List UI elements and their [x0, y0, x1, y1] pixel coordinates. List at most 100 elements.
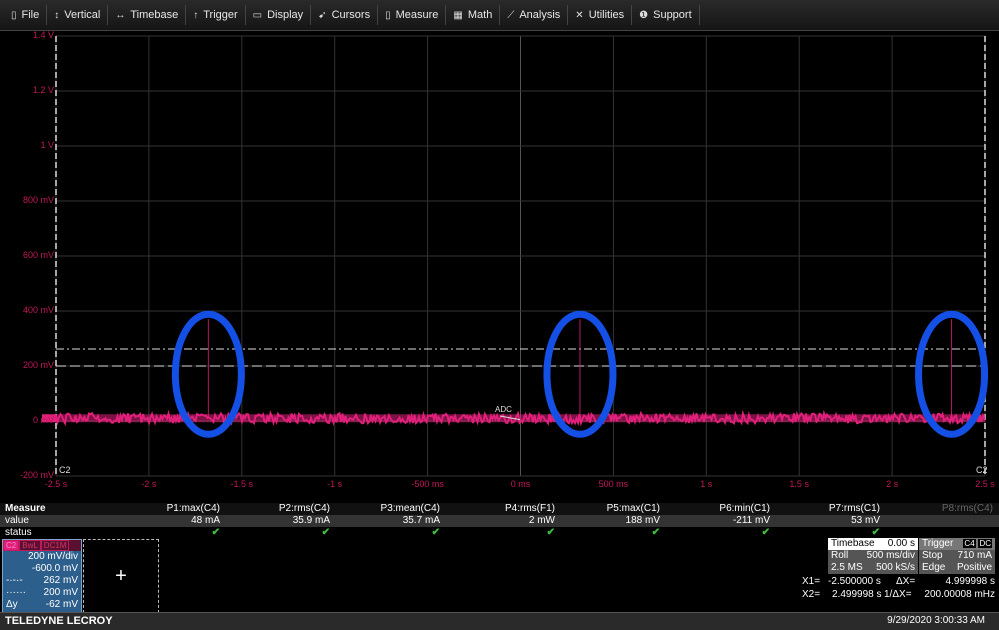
timebase-descriptor[interactable]: Timebase 0.00 s Roll 500 ms/div 2.5 MS 500 …	[828, 538, 918, 574]
channel-setting-row: -600.0 mV	[3, 563, 81, 575]
menu-label: Cursors	[332, 9, 371, 21]
plus-icon: +	[115, 565, 127, 588]
waveform-display[interactable]	[0, 31, 999, 501]
measure-param-value: 188 mV	[550, 515, 660, 526]
timebase-delay: 0.00 s	[888, 538, 915, 550]
x-tick-label: 0 ms	[511, 479, 531, 489]
y-tick-label: 1.2 V	[33, 85, 54, 95]
row-value: 200 mV/div	[28, 551, 78, 563]
datetime: 9/29/2020 3:00:33 AM	[887, 615, 985, 626]
trigger-mode: Stop	[922, 550, 943, 562]
trigger-icon: ↑	[193, 10, 198, 21]
measure-param-value: -211 mV	[660, 515, 770, 526]
menu-utilities[interactable]: ✕ Utilities	[568, 5, 632, 25]
menu-vertical[interactable]: ↕ Vertical	[47, 5, 108, 25]
menu-measure[interactable]: ▯ Measure	[378, 5, 446, 25]
menu-trigger[interactable]: ↑ Trigger	[186, 5, 245, 25]
timebase-scale: 500 ms/div	[867, 550, 915, 562]
measure-param-name[interactable]: P3:mean(C4)	[330, 503, 440, 514]
measure-param-name[interactable]: P7:rms(C1)	[770, 503, 880, 514]
display-icon: ▭	[253, 10, 262, 21]
coupling-tag: DC1M	[41, 540, 70, 551]
channel-label: C2	[59, 465, 71, 475]
x-tick-label: 2 s	[886, 479, 898, 489]
info-icon: ❶	[639, 10, 648, 21]
trigger-slope: Positive	[957, 562, 992, 574]
menu-bar: ▯ File ↕ Vertical ↔ Timebase ↑ Trigger ▭ Display ➹…	[0, 0, 999, 31]
channel-label: C2	[976, 465, 988, 475]
x2-value: 2.499998 s	[832, 589, 882, 600]
x-tick-label: -2.5 s	[45, 479, 68, 489]
x1-value: -2.500000 s	[828, 576, 881, 587]
trigger-source-tag: C4	[963, 539, 975, 548]
measure-param-name[interactable]: P4:rms(F1)	[445, 503, 555, 514]
dx-value: 4.999998 s	[946, 576, 996, 587]
measure-param-name[interactable]: P5:max(C1)	[550, 503, 660, 514]
measure-param-value: 53 mV	[770, 515, 880, 526]
menu-label: Math	[468, 9, 492, 21]
c2-trace-band	[56, 414, 985, 422]
y-tick-label: 200 mV	[23, 360, 54, 370]
status-bar: TELEDYNE LECROY 9/29/2020 3:00:33 AM	[0, 612, 999, 630]
dx-label: ΔX=	[896, 576, 915, 587]
menu-label: Display	[267, 9, 303, 21]
menu-timebase[interactable]: ↔ Timebase	[108, 5, 186, 25]
row-marker: ······	[6, 587, 26, 599]
channel-c2-descriptor[interactable]: C2 BwL DC1M 200 mV/div -600.0 mV -·-·- 262 …	[2, 539, 82, 613]
row-marker: -·-·-	[6, 575, 23, 587]
tools-icon: ✕	[575, 10, 583, 21]
measure-param-value: 35.7 mA	[330, 515, 440, 526]
calculator-icon: ▦	[453, 10, 462, 21]
measure-status-check-icon: ✔	[550, 527, 660, 538]
menu-label: Trigger	[203, 9, 237, 21]
measure-status-check-icon: ✔	[330, 527, 440, 538]
menu-label: Vertical	[64, 9, 100, 21]
channel-tag: C2	[3, 540, 19, 551]
channel-setting-row: Δy -62 mV	[3, 599, 81, 611]
menu-label: Measure	[396, 9, 439, 21]
menu-math[interactable]: ▦ Math	[446, 5, 500, 25]
add-descriptor-button[interactable]: +	[83, 539, 159, 613]
measure-icon: ▯	[385, 10, 391, 21]
measure-param-name[interactable]: P6:min(C1)	[660, 503, 770, 514]
y-tick-label: 1 V	[40, 140, 54, 150]
trigger-descriptor[interactable]: Trigger C4 DC Stop 710 mA Edge Positive	[919, 538, 995, 574]
file-icon: ▯	[11, 10, 17, 21]
y-tick-label: 600 mV	[23, 250, 54, 260]
trigger-level: 710 mA	[958, 550, 992, 562]
inverse-dx-value: 200.00008 mHz	[924, 589, 995, 600]
sample-rate: 500 kS/s	[876, 562, 915, 574]
x-tick-label: -2 s	[141, 479, 156, 489]
inverse-dx-label: 1/ΔX=	[884, 589, 912, 600]
measure-status-check-icon: ✔	[770, 527, 880, 538]
adc-label: ADC	[495, 405, 512, 414]
y-tick-label: 0 mV	[33, 415, 54, 425]
row-value: 200 mV	[44, 587, 78, 599]
row-value: -62 mV	[46, 599, 78, 611]
channel-setting-row: ······ 200 mV	[3, 587, 81, 599]
measure-param-name[interactable]: P8:rms(C4)	[883, 503, 993, 514]
menu-display[interactable]: ▭ Display	[246, 5, 312, 25]
measure-param-value: 2 mW	[445, 515, 555, 526]
y-tick-label: 1.4 V	[33, 30, 54, 40]
measure-param-name[interactable]: P2:rms(C4)	[220, 503, 330, 514]
menu-label: Utilities	[589, 9, 624, 21]
menu-cursors[interactable]: ➹ Cursors	[311, 5, 378, 25]
brand-logo: TELEDYNE LECROY	[5, 615, 113, 627]
x-tick-label: 1.5 s	[789, 479, 809, 489]
trigger-title: Trigger	[922, 538, 953, 550]
horizontal-arrows-icon: ↔	[115, 10, 125, 21]
menu-label: Timebase	[130, 9, 178, 21]
measure-param-name[interactable]: P1:max(C4)	[110, 503, 220, 514]
row-value: 262 mV	[44, 575, 78, 587]
menu-analysis[interactable]: ⟋ Analysis	[500, 5, 568, 25]
channel-setting-row: 200 mV/div	[3, 551, 81, 563]
menu-support[interactable]: ❶ Support	[632, 5, 700, 25]
timebase-mode: Roll	[831, 550, 848, 562]
vertical-arrows-icon: ↕	[54, 10, 59, 21]
menu-file[interactable]: ▯ File	[4, 5, 47, 25]
timebase-title: Timebase	[831, 538, 875, 550]
menu-label: File	[22, 9, 40, 21]
cursor-icon: ➹	[318, 10, 326, 21]
x-tick-label: 2.5 s	[975, 479, 995, 489]
